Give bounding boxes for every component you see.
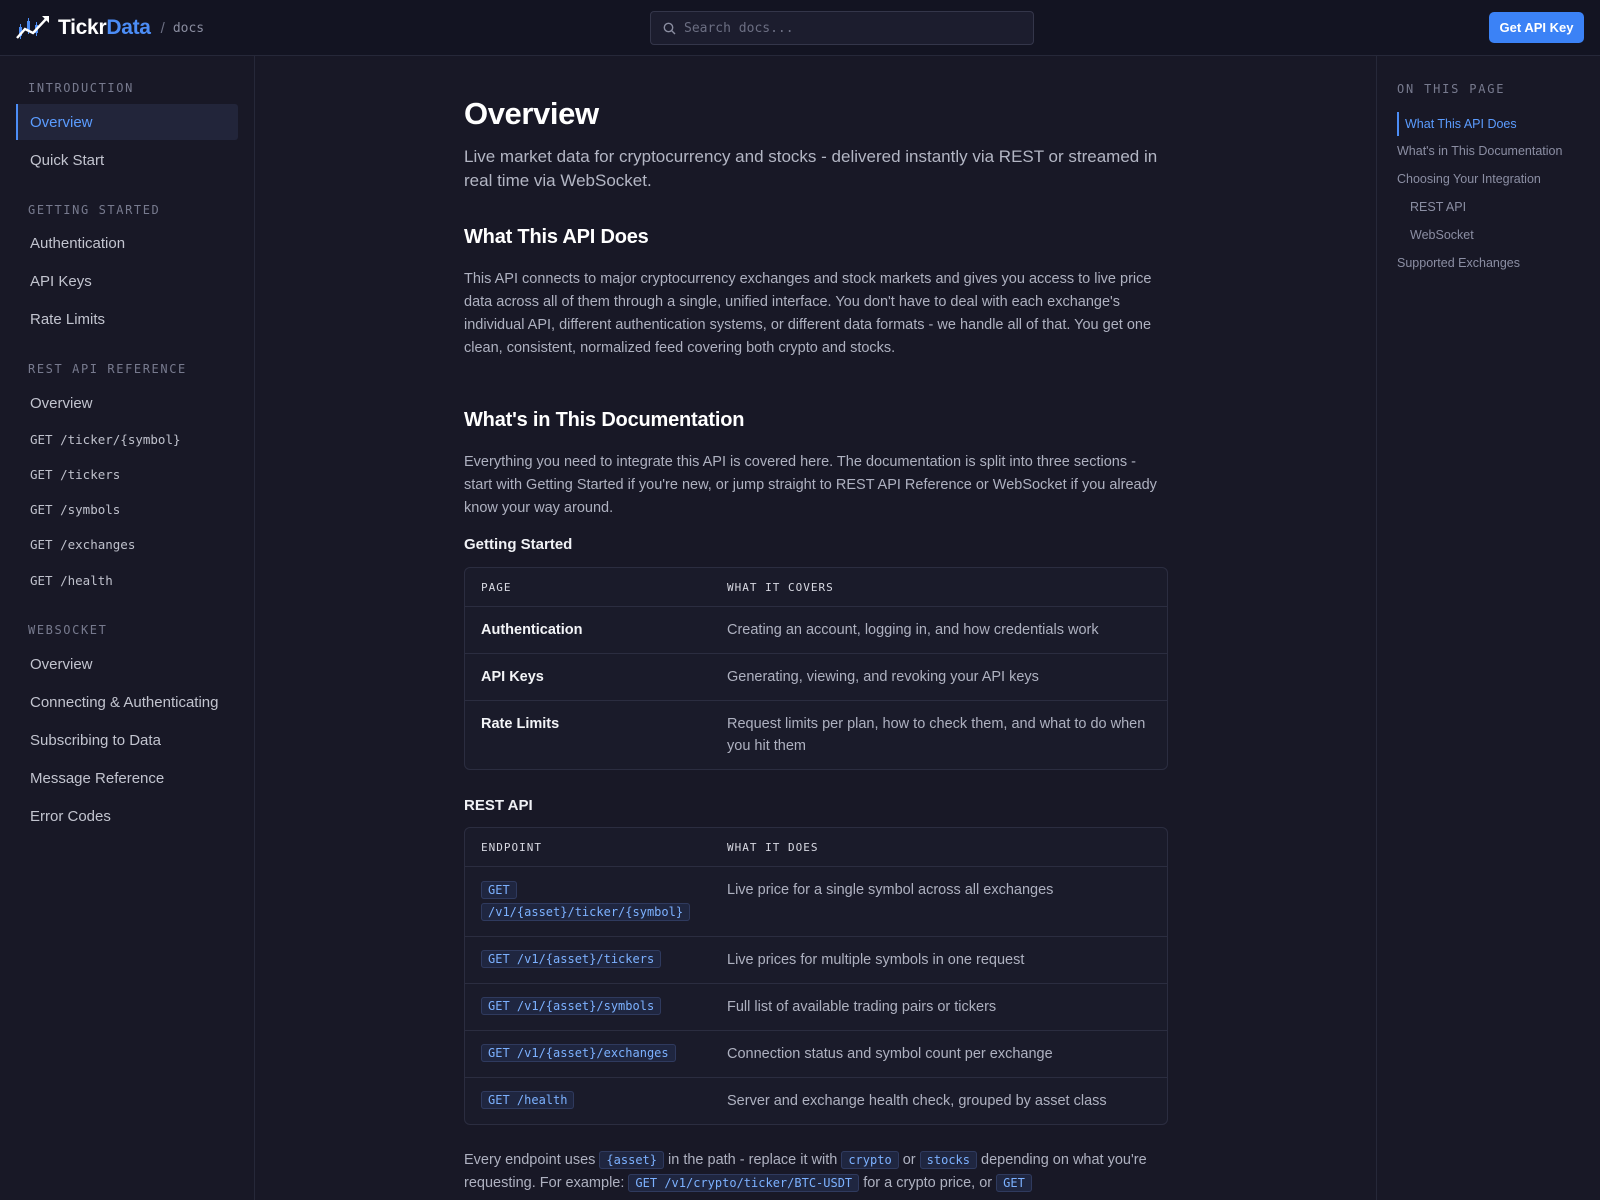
sidebar-item-rate-limits[interactable]: Rate Limits	[16, 301, 238, 337]
page-lead: Live market data for cryptocurrency and …	[464, 147, 1158, 190]
endpoint-code[interactable]: GET /v1/{asset}/exchanges	[481, 1044, 676, 1062]
table-cell-page[interactable]: Rate Limits	[481, 716, 559, 732]
table-cell-description: Live price for a single symbol across al…	[727, 882, 1054, 898]
brand-name: TickrData	[58, 16, 151, 39]
toc-item-what-this-api-does[interactable]: What This API Does	[1397, 112, 1517, 136]
sidebar-item-overview[interactable]: Overview	[16, 104, 238, 140]
chart-logo-icon	[16, 16, 49, 39]
sidebar-section-rest-api: REST API REFERENCE	[28, 362, 187, 376]
inline-code: {asset}	[599, 1151, 664, 1169]
table-cell-description: Live prices for multiple symbols in one …	[727, 952, 1025, 968]
sidebar-item-error-codes[interactable]: Error Codes	[16, 798, 238, 834]
sidebar-item-get-health[interactable]: GET /health	[16, 562, 238, 598]
heading-getting-started: Getting Started	[464, 536, 573, 553]
sidebar-item-get-tickers[interactable]: GET /tickers	[16, 456, 238, 492]
table-cell-endpoint: GET /v1/{asset}/symbols	[481, 997, 662, 1015]
table-cell-description: Server and exchange health check, groupe…	[727, 1093, 1107, 1109]
endpoint-code[interactable]: GET/v1/{asset}/ticker/{symbol}	[481, 879, 691, 923]
sidebar-item-subscribing[interactable]: Subscribing to Data	[16, 722, 238, 758]
toc-item-supported-exchanges[interactable]: Supported Exchanges	[1397, 256, 1520, 270]
toc-item-whats-in-docs[interactable]: What's in This Documentation	[1397, 144, 1562, 158]
sidebar-item-authentication[interactable]: Authentication	[16, 225, 238, 261]
table-row: GET /v1/{asset}/exchanges Connection sta…	[465, 1031, 1167, 1078]
table-header: PAGE WHAT IT COVERS	[465, 568, 1167, 607]
table-of-contents: ON THIS PAGE What This API Does What's i…	[1376, 56, 1600, 1200]
inline-code: stocks	[919, 1151, 977, 1169]
table-cell-description: Request limits per plan, how to check th…	[727, 716, 1146, 754]
table-row: GET /health Server and exchange health c…	[465, 1078, 1167, 1124]
table-header: ENDPOINT WHAT IT DOES	[465, 828, 1167, 867]
column-header-endpoint: ENDPOINT	[481, 841, 542, 854]
sidebar-item-api-keys[interactable]: API Keys	[16, 263, 238, 299]
top-header: TickrData / docs Get API Key	[0, 0, 1600, 56]
table-cell-endpoint: GET /v1/{asset}/tickers	[481, 950, 662, 968]
sidebar-section-getting-started: GETTING STARTED	[28, 203, 161, 217]
breadcrumb-docs[interactable]: docs	[173, 21, 204, 36]
table-row: API Keys Generating, viewing, and revoki…	[465, 654, 1167, 701]
heading-whats-in-docs: What's in This Documentation	[464, 409, 745, 431]
search-box[interactable]	[650, 11, 1034, 45]
table-cell-endpoint: GET /v1/{asset}/exchanges	[481, 1044, 676, 1062]
table-row: Rate Limits Request limits per plan, how…	[465, 701, 1167, 769]
paragraph-asset-note: Every endpoint uses {asset} in the path …	[464, 1151, 1147, 1192]
table-cell-page[interactable]: Authentication	[481, 622, 583, 638]
heading-rest-api: REST API	[464, 797, 533, 814]
endpoint-code[interactable]: GET /health	[481, 1091, 575, 1109]
toc-item-websocket[interactable]: WebSocket	[1410, 228, 1474, 242]
sidebar-section-websocket: WEBSOCKET	[28, 623, 108, 637]
table-cell-description: Creating an account, logging in, and how…	[727, 622, 1099, 638]
heading-what-this-api-does: What This API Does	[464, 226, 649, 248]
sidebar-item-get-symbols[interactable]: GET /symbols	[16, 491, 238, 527]
sidebar-section-introduction: INTRODUCTION	[28, 81, 134, 95]
column-header-what-it-covers: WHAT IT COVERS	[727, 581, 834, 594]
toc-item-rest-api[interactable]: REST API	[1410, 200, 1466, 214]
sidebar-item-get-exchanges[interactable]: GET /exchanges	[16, 526, 238, 562]
sidebar-item-rest-overview[interactable]: Overview	[16, 385, 238, 421]
table-row: GET/v1/{asset}/ticker/{symbol} Live pric…	[465, 867, 1167, 937]
inline-code: GET	[996, 1174, 1032, 1192]
sidebar-item-message-reference[interactable]: Message Reference	[16, 760, 238, 796]
getting-started-table: PAGE WHAT IT COVERS Authentication Creat…	[464, 567, 1168, 770]
endpoint-code[interactable]: GET /v1/{asset}/tickers	[481, 950, 662, 968]
sidebar-item-get-ticker[interactable]: GET /ticker/{symbol}	[16, 421, 238, 457]
sidebar-item-quick-start[interactable]: Quick Start	[16, 142, 238, 178]
sidebar-item-connecting[interactable]: Connecting & Authenticating	[16, 684, 238, 720]
column-header-what-it-does: WHAT IT DOES	[727, 841, 819, 854]
search-icon	[663, 22, 676, 34]
toc-title: ON THIS PAGE	[1397, 82, 1506, 96]
inline-code: crypto	[841, 1151, 899, 1169]
logo[interactable]: TickrData / docs	[16, 12, 204, 44]
sidebar: INTRODUCTION Overview Quick Start GETTIN…	[0, 56, 255, 1200]
table-row: GET /v1/{asset}/tickers Live prices for …	[465, 937, 1167, 984]
table-cell-description: Generating, viewing, and revoking your A…	[727, 669, 1039, 685]
table-cell-page[interactable]: API Keys	[481, 669, 544, 685]
endpoint-code[interactable]: GET /v1/{asset}/symbols	[481, 997, 662, 1015]
inline-code: GET /v1/crypto/ticker/BTC-USDT	[628, 1174, 860, 1192]
table-row: Authentication Creating an account, logg…	[465, 607, 1167, 654]
sidebar-item-ws-overview[interactable]: Overview	[16, 646, 238, 682]
paragraph-whats-in-docs: Everything you need to integrate this AP…	[464, 454, 1157, 516]
table-row: GET /v1/{asset}/symbols Full list of ava…	[465, 984, 1167, 1031]
table-cell-description: Full list of available trading pairs or …	[727, 999, 997, 1015]
toc-item-choosing-integration[interactable]: Choosing Your Integration	[1397, 172, 1541, 186]
paragraph-what-this-api-does: This API connects to major cryptocurrenc…	[464, 271, 1152, 356]
table-cell-endpoint: GET /health	[481, 1091, 575, 1109]
column-header-page: PAGE	[481, 581, 512, 594]
rest-api-table: ENDPOINT WHAT IT DOES GET/v1/{asset}/tic…	[464, 827, 1168, 1125]
search-input[interactable]	[684, 20, 1014, 36]
page-title: Overview	[464, 96, 599, 131]
get-api-key-button[interactable]: Get API Key	[1489, 12, 1584, 43]
table-cell-description: Connection status and symbol count per e…	[727, 1046, 1053, 1062]
breadcrumb-separator: /	[160, 19, 165, 37]
